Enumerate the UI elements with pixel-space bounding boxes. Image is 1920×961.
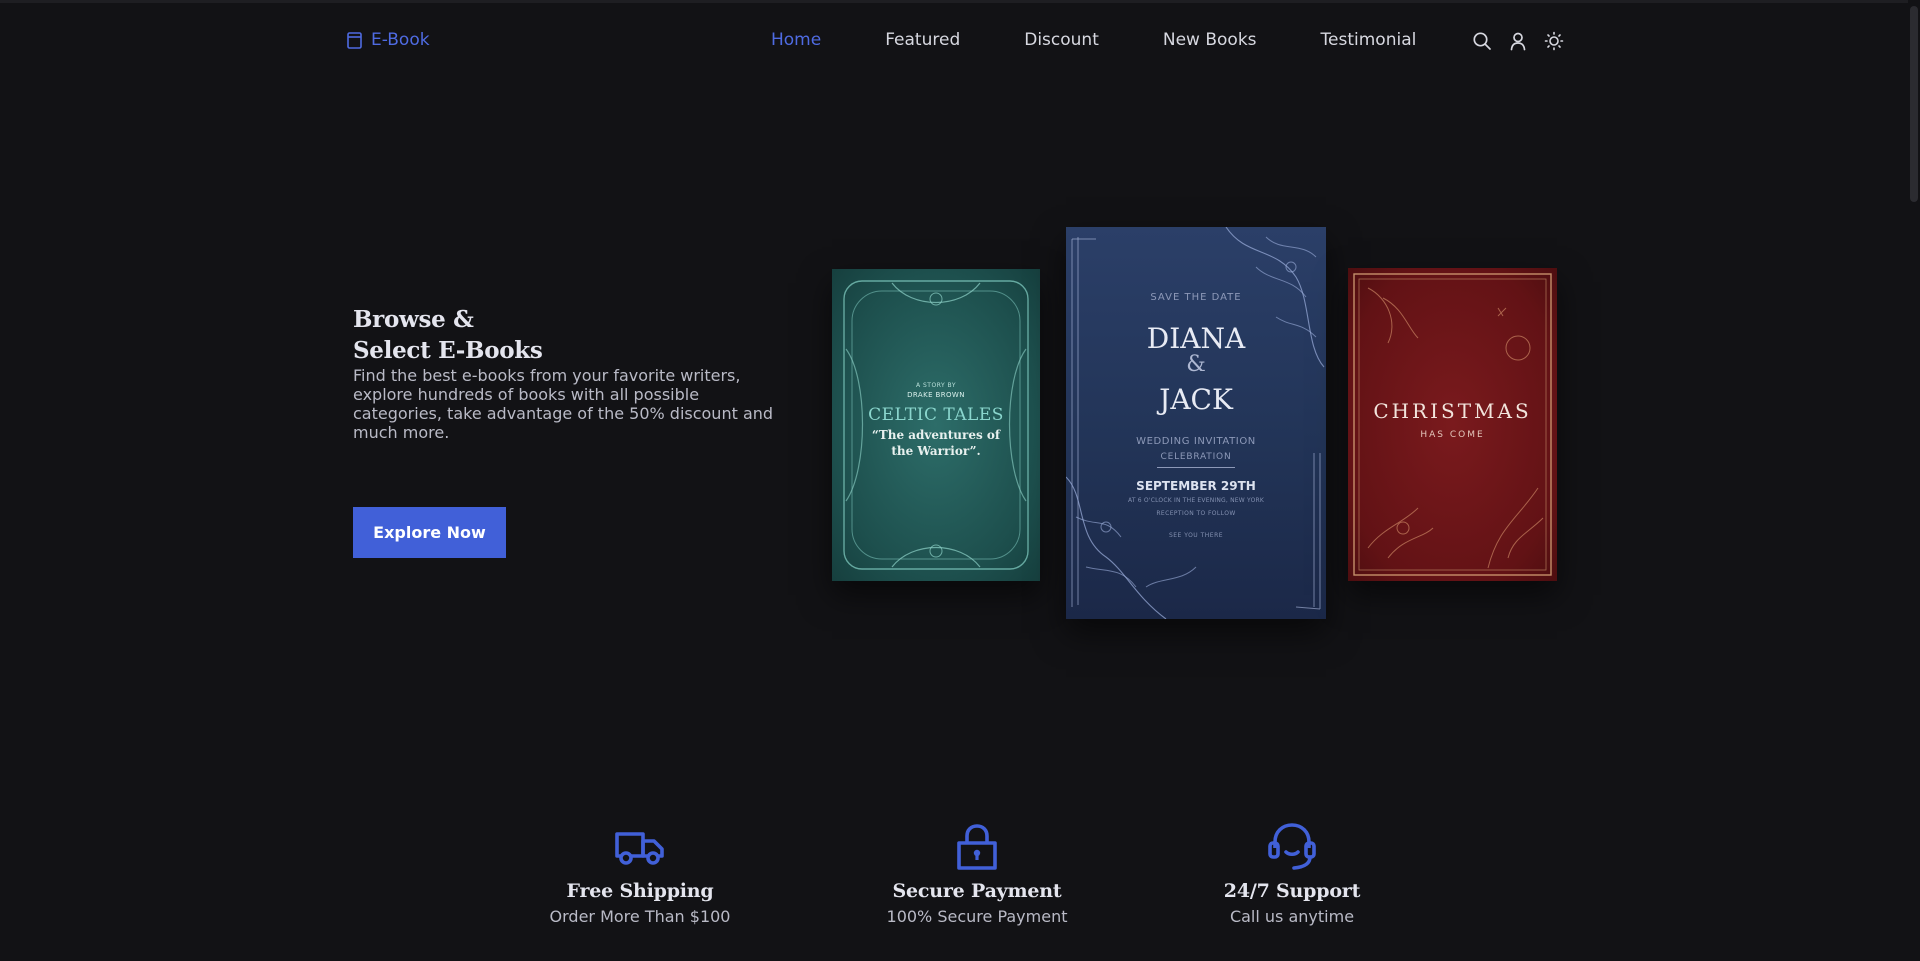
book-cover-wedding[interactable]: SAVE THE DATE DIANA & JACK WEDDING INVIT… [1066, 227, 1326, 619]
book-invitation: WEDDING INVITATION [1136, 436, 1256, 447]
hero-title-line2: Select E-Books [353, 337, 543, 364]
feature-subtitle: 100% Secure Payment [886, 907, 1068, 926]
book-name-1: DIANA [1146, 322, 1246, 355]
divider [1157, 467, 1235, 468]
nav-new-books[interactable]: New Books [1163, 30, 1257, 50]
page: E-Book Home Featured Discount New Books … [0, 0, 1920, 961]
feature-subtitle: Call us anytime [1229, 907, 1355, 926]
book-author-prefix: A STORY BY [915, 382, 957, 389]
truck-icon [615, 832, 664, 865]
book-subtitle: HAS COME [1420, 430, 1485, 440]
feature-subtitle: Order More Than $100 [549, 907, 731, 926]
festive-frame [1353, 273, 1552, 576]
feature-title: Free Shipping [566, 880, 714, 902]
hero-description: Find the best e-books from your favorite… [353, 366, 774, 442]
book-cover-christmas[interactable]: CHRISTMAS HAS COME [1348, 268, 1557, 581]
feature-secure-payment: Secure Payment 100% Secure Payment [847, 818, 1107, 926]
book-date: SEPTEMBER 29TH [1136, 479, 1256, 493]
book-reception: RECEPTION TO FOLLOW [1156, 510, 1236, 517]
book-subtitle-line1: “The adventures of [871, 428, 1001, 442]
book-celebration: CELEBRATION [1160, 452, 1232, 462]
nav-testimonial[interactable]: Testimonial [1321, 30, 1417, 50]
book-subtitle: “The adventures of the Warrior”. [832, 427, 1040, 459]
scrollbar[interactable] [1908, 0, 1920, 961]
logo[interactable]: E-Book [347, 30, 430, 50]
headset-icon [1268, 823, 1316, 870]
lock-icon [957, 824, 997, 870]
nav-featured[interactable]: Featured [885, 30, 960, 50]
explore-now-button[interactable]: Explore Now [353, 507, 506, 558]
nav-home[interactable]: Home [771, 30, 821, 50]
feature-title: 24/7 Support [1223, 880, 1361, 902]
scrollbar-thumb[interactable] [1910, 6, 1918, 202]
book-title: CELTIC TALES [868, 405, 1004, 425]
header: E-Book Home Featured Discount New Books … [0, 0, 1908, 84]
book-subtitle-line2: the Warrior”. [891, 444, 981, 458]
book-name-2: JACK [1159, 383, 1233, 416]
feature-title: Secure Payment [892, 880, 1062, 902]
book-icon [347, 31, 362, 49]
ornate-frame [843, 280, 1029, 570]
book-save-the-date: SAVE THE DATE [1150, 292, 1242, 303]
floral-frame [1066, 227, 1325, 619]
book-title: CHRISTMAS [1373, 399, 1532, 423]
header-actions [1472, 31, 1564, 51]
book-ampersand: & [1186, 352, 1206, 377]
user-icon[interactable] [1508, 31, 1528, 51]
main-nav: Home Featured Discount New Books Testimo… [771, 30, 1416, 50]
book-cover-celtic-tales[interactable]: A STORY BY DRAKE BROWN CELTIC TALES “The… [832, 269, 1040, 581]
nav-discount[interactable]: Discount [1024, 30, 1099, 50]
book-see-you: SEE YOU THERE [1168, 532, 1224, 539]
search-icon[interactable] [1472, 31, 1492, 51]
feature-support: 24/7 Support Call us anytime [1162, 818, 1422, 926]
book-author: DRAKE BROWN [907, 391, 965, 399]
sun-icon[interactable] [1544, 31, 1564, 51]
hero-title: Browse & Select E-Books [353, 304, 543, 366]
book-time: AT 6 O'CLOCK IN THE EVENING, NEW YORK [1128, 497, 1264, 504]
hero-title-line1: Browse & [353, 306, 474, 333]
logo-text: E-Book [371, 30, 430, 50]
feature-free-shipping: Free Shipping Order More Than $100 [510, 818, 770, 926]
